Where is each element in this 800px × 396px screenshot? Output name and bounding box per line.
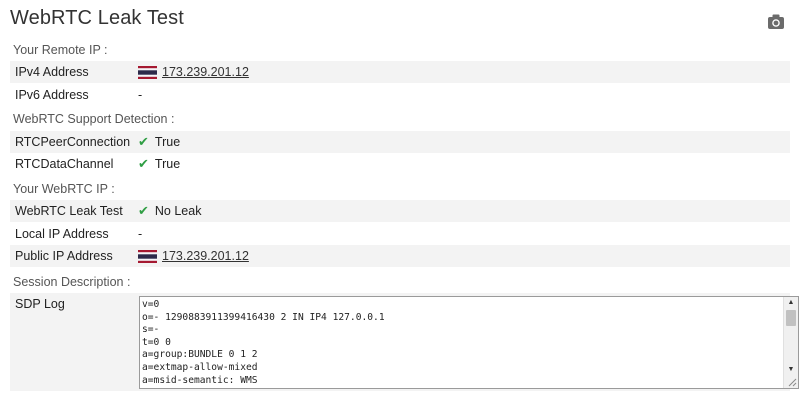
ipv4-value: 173.239.201.12	[138, 65, 249, 79]
section-heading-session: Session Description :	[13, 275, 131, 289]
public-ip-link[interactable]: 173.239.201.12	[162, 249, 249, 263]
checkmark-icon: ✔	[138, 203, 149, 218]
data-channel-label: RTCDataChannel	[15, 157, 114, 171]
data-channel-value: ✔ True	[138, 156, 180, 172]
sdp-log-textarea[interactable]: v=0 o=- 1290883911399416430 2 IN IP4 127…	[139, 296, 799, 389]
sdp-log-text[interactable]: v=0 o=- 1290883911399416430 2 IN IP4 127…	[142, 299, 385, 387]
local-ip-label: Local IP Address	[15, 227, 109, 241]
thailand-flag-icon	[138, 65, 157, 79]
section-heading-webrtc-ip: Your WebRTC IP :	[13, 182, 115, 196]
ipv6-value: -	[138, 88, 143, 102]
camera-icon[interactable]	[767, 13, 785, 30]
ipv4-label: IPv4 Address	[15, 65, 89, 79]
ipv6-label: IPv6 Address	[15, 88, 89, 102]
public-ip-label: Public IP Address	[15, 249, 113, 263]
thailand-flag-icon	[138, 249, 157, 263]
data-channel-row: RTCDataChannel ✔ True	[10, 153, 790, 175]
checkmark-icon: ✔	[138, 156, 149, 171]
sdp-log-label: SDP Log	[15, 297, 65, 311]
ipv4-link[interactable]: 173.239.201.12	[162, 65, 249, 79]
section-heading-support: WebRTC Support Detection :	[13, 112, 175, 126]
peer-connection-label: RTCPeerConnection	[15, 135, 131, 149]
local-ip-value: -	[138, 227, 143, 241]
ipv4-row: IPv4 Address 173.239.201.12	[10, 61, 790, 83]
leak-test-label: WebRTC Leak Test	[15, 204, 123, 218]
peer-connection-row: RTCPeerConnection ✔ True	[10, 131, 790, 153]
section-heading-remote-ip: Your Remote IP :	[13, 43, 108, 57]
peer-connection-value: ✔ True	[138, 134, 180, 150]
sdp-scrollbar[interactable]: ▲ ▼	[783, 297, 798, 388]
leak-test-status: No Leak	[154, 204, 202, 218]
scroll-down-arrow-icon[interactable]: ▼	[784, 364, 798, 376]
resize-handle-icon[interactable]	[787, 377, 797, 387]
public-ip-value: 173.239.201.12	[138, 249, 249, 263]
leak-test-value: ✔ No Leak	[138, 203, 201, 219]
page-title: WebRTC Leak Test	[10, 7, 184, 29]
local-ip-row: Local IP Address -	[10, 223, 790, 245]
checkmark-icon: ✔	[138, 134, 149, 149]
data-channel-status: True	[154, 157, 181, 171]
peer-connection-status: True	[154, 135, 181, 149]
leak-test-row: WebRTC Leak Test ✔ No Leak	[10, 200, 790, 222]
public-ip-row: Public IP Address 173.239.201.12	[10, 245, 790, 267]
scrollbar-thumb[interactable]	[786, 310, 796, 326]
ipv6-row: IPv6 Address -	[10, 84, 790, 106]
scroll-up-arrow-icon[interactable]: ▲	[784, 297, 798, 309]
sdp-log-row: SDP Log v=0 o=- 1290883911399416430 2 IN…	[10, 293, 799, 391]
